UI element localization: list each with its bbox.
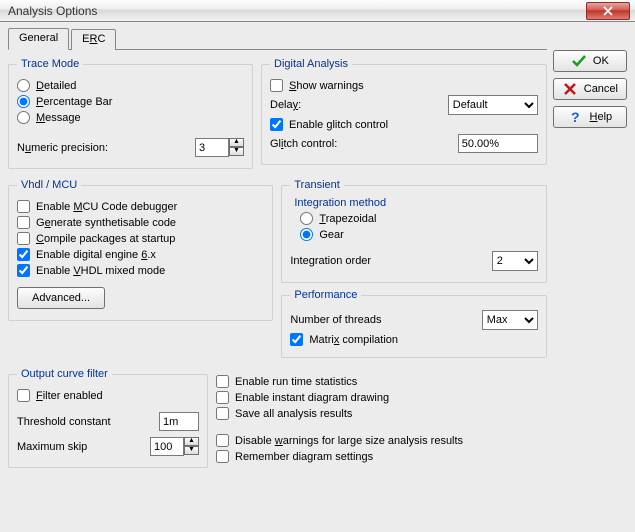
titlebar: Analysis Options xyxy=(0,0,635,22)
cb-compile[interactable]: Compile packages at startup xyxy=(17,232,175,245)
label-threads: Number of threads xyxy=(290,314,381,326)
legend-digital: Digital Analysis xyxy=(270,58,352,70)
svg-text:?: ? xyxy=(571,109,580,125)
radio-gear[interactable]: Gear xyxy=(300,228,343,241)
label-threshold: Threshold constant xyxy=(17,416,111,428)
input-maxskip[interactable] xyxy=(150,437,184,456)
input-threshold[interactable] xyxy=(159,412,199,431)
label-order: Integration order xyxy=(290,255,371,267)
radio-trap[interactable]: Trapezoidal xyxy=(300,212,376,225)
spin-down-icon[interactable]: ▼ xyxy=(184,446,199,455)
tabbar: General ERC xyxy=(8,28,547,50)
window-title: Analysis Options xyxy=(8,4,586,18)
btn-advanced[interactable]: Advanced... xyxy=(17,287,105,309)
spin-up-icon[interactable]: ▲ xyxy=(229,138,244,147)
cb-generate[interactable]: Generate synthetisable code xyxy=(17,216,176,229)
legend-vhdl: Vhdl / MCU xyxy=(17,179,81,191)
cb-runtime[interactable]: Enable run time statistics xyxy=(216,375,357,388)
select-delay[interactable]: Default xyxy=(448,95,538,115)
group-transient: Transient Integration method Trapezoidal… xyxy=(281,179,546,283)
input-glitch[interactable] xyxy=(458,134,538,153)
label-glitch: Glitch control: xyxy=(270,138,337,150)
ok-button[interactable]: OK xyxy=(553,50,627,72)
radio-message[interactable]: Message xyxy=(17,111,81,124)
radio-percentage[interactable]: Percentage Bar xyxy=(17,95,112,108)
group-performance: Performance Number of threads Max Matrix… xyxy=(281,289,546,358)
cb-show-warnings[interactable]: Show warnings xyxy=(270,79,364,92)
legend-transient: Transient xyxy=(290,179,343,191)
cb-saveall[interactable]: Save all analysis results xyxy=(216,407,352,420)
cb-mcu[interactable]: Enable MCU Code debugger xyxy=(17,200,177,213)
spin-up-icon[interactable]: ▲ xyxy=(184,437,199,446)
tab-general[interactable]: General xyxy=(8,28,69,50)
input-precision[interactable] xyxy=(195,138,229,157)
legend-output: Output curve filter xyxy=(17,368,112,380)
group-trace-mode: Trace Mode Detailed Percentage Bar Messa… xyxy=(8,58,253,169)
group-digital: Digital Analysis Show warnings Delay: De… xyxy=(261,58,547,165)
spin-maxskip[interactable]: ▲▼ xyxy=(150,437,199,456)
close-button[interactable] xyxy=(586,2,630,20)
legend-perf: Performance xyxy=(290,289,361,301)
spin-precision[interactable]: ▲▼ xyxy=(195,138,244,157)
group-output-filter: Output curve filter Filter enabled Thres… xyxy=(8,368,208,468)
label-integ-method: Integration method xyxy=(294,197,537,209)
group-vhdl: Vhdl / MCU Enable MCU Code debugger Gene… xyxy=(8,179,273,321)
spin-down-icon[interactable]: ▼ xyxy=(229,147,244,156)
tab-erc[interactable]: ERC xyxy=(71,29,116,50)
help-button[interactable]: ? Help xyxy=(553,106,627,128)
select-order[interactable]: 2 xyxy=(492,251,538,271)
label-maxskip: Maximum skip xyxy=(17,441,87,453)
cb-vhdl-mixed[interactable]: Enable VHDL mixed mode xyxy=(17,264,165,277)
x-icon xyxy=(562,81,578,97)
label-precision: Numeric precision: xyxy=(17,142,108,154)
cb-matrix[interactable]: Matrix compilation xyxy=(290,333,398,346)
cb-remember[interactable]: Remember diagram settings xyxy=(216,450,373,463)
radio-detailed[interactable]: Detailed xyxy=(17,79,76,92)
question-icon: ? xyxy=(568,109,584,125)
label-delay: Delay: xyxy=(270,99,301,111)
cb-filter[interactable]: Filter enabled xyxy=(17,389,103,402)
cb-instant[interactable]: Enable instant diagram drawing xyxy=(216,391,389,404)
cb-digital6[interactable]: Enable digital engine 6.x xyxy=(17,248,156,261)
cb-disable-warn[interactable]: Disable warnings for large size analysis… xyxy=(216,434,463,447)
cb-glitch-enable[interactable]: Enable glitch control xyxy=(270,118,388,131)
select-threads[interactable]: Max xyxy=(482,310,538,330)
legend-trace: Trace Mode xyxy=(17,58,83,70)
close-icon xyxy=(600,3,616,19)
cancel-button[interactable]: Cancel xyxy=(553,78,627,100)
check-icon xyxy=(571,53,587,69)
